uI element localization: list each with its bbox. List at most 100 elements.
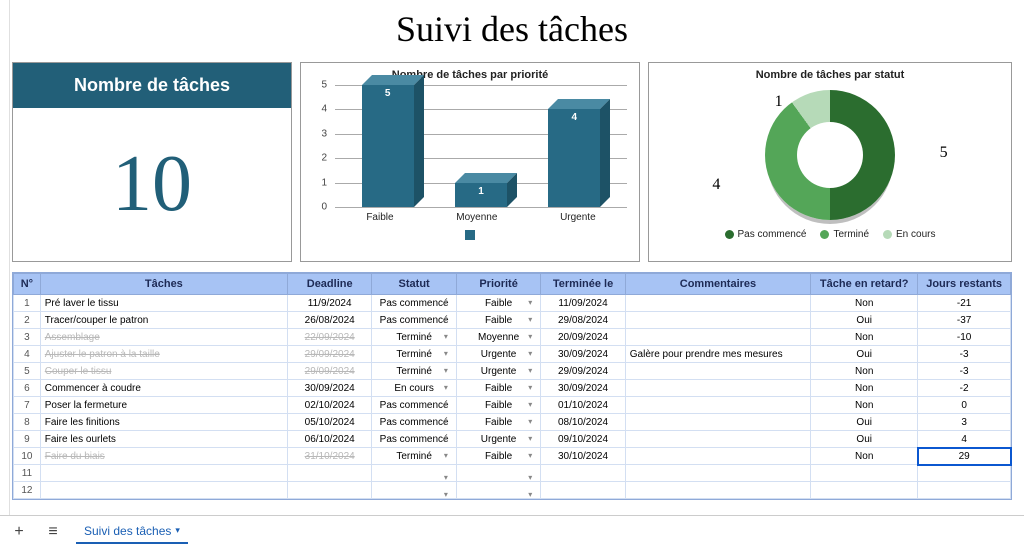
cell-priority[interactable]: Faible <box>456 312 540 329</box>
col-header-priority[interactable]: Priorité <box>456 274 540 295</box>
cell-comments[interactable] <box>625 295 810 312</box>
all-sheets-button[interactable]: ≡ <box>42 521 64 543</box>
cell-finished[interactable] <box>541 465 625 482</box>
cell-n[interactable]: 1 <box>14 295 41 312</box>
cell-comments[interactable] <box>625 363 810 380</box>
cell-status[interactable]: Terminé <box>372 329 456 346</box>
cell-late[interactable]: Oui <box>811 312 918 329</box>
cell-n[interactable]: 4 <box>14 346 41 363</box>
cell-priority[interactable] <box>456 482 540 499</box>
cell-priority[interactable] <box>456 465 540 482</box>
cell-late[interactable]: Oui <box>811 431 918 448</box>
table-row[interactable]: 12 <box>14 482 1011 499</box>
cell-status[interactable]: Terminé <box>372 448 456 465</box>
donut-chart-card[interactable]: Nombre de tâches par statut 5 4 1 Pas co… <box>648 62 1012 262</box>
cell-deadline[interactable] <box>287 482 371 499</box>
cell-task[interactable]: Faire les ourlets <box>40 431 287 448</box>
cell-task[interactable]: Tracer/couper le patron <box>40 312 287 329</box>
cell-finished[interactable]: 09/10/2024 <box>541 431 625 448</box>
cell-status[interactable]: Pas commencé <box>372 397 456 414</box>
cell-remaining[interactable]: -3 <box>918 346 1011 363</box>
cell-comments[interactable] <box>625 465 810 482</box>
cell-deadline[interactable]: 31/10/2024 <box>287 448 371 465</box>
cell-n[interactable]: 8 <box>14 414 41 431</box>
cell-task[interactable]: Pré laver le tissu <box>40 295 287 312</box>
cell-remaining[interactable]: -2 <box>918 380 1011 397</box>
cell-late[interactable]: Non <box>811 329 918 346</box>
cell-late[interactable] <box>811 465 918 482</box>
cell-deadline[interactable]: 05/10/2024 <box>287 414 371 431</box>
cell-task[interactable]: Commencer à coudre <box>40 380 287 397</box>
cell-finished[interactable]: 30/09/2024 <box>541 346 625 363</box>
cell-n[interactable]: 3 <box>14 329 41 346</box>
cell-finished[interactable]: 08/10/2024 <box>541 414 625 431</box>
cell-comments[interactable] <box>625 482 810 499</box>
task-table[interactable]: N° Tâches Deadline Statut Priorité Termi… <box>12 272 1012 500</box>
col-header-comments[interactable]: Commentaires <box>625 274 810 295</box>
cell-remaining[interactable]: -3 <box>918 363 1011 380</box>
cell-remaining[interactable] <box>918 482 1011 499</box>
cell-deadline[interactable] <box>287 465 371 482</box>
cell-finished[interactable]: 20/09/2024 <box>541 329 625 346</box>
cell-deadline[interactable]: 29/09/2024 <box>287 346 371 363</box>
cell-status[interactable]: Terminé <box>372 363 456 380</box>
cell-task[interactable]: Faire du biais <box>40 448 287 465</box>
sheet-tab[interactable]: Suivi des tâches <box>76 520 188 544</box>
cell-status[interactable]: Pas commencé <box>372 295 456 312</box>
cell-status[interactable] <box>372 482 456 499</box>
cell-late[interactable]: Non <box>811 380 918 397</box>
cell-deadline[interactable]: 11/9/2024 <box>287 295 371 312</box>
cell-finished[interactable]: 11/09/2024 <box>541 295 625 312</box>
cell-remaining[interactable]: 3 <box>918 414 1011 431</box>
cell-n[interactable]: 7 <box>14 397 41 414</box>
cell-deadline[interactable]: 22/09/2024 <box>287 329 371 346</box>
cell-remaining[interactable]: -21 <box>918 295 1011 312</box>
table-row[interactable]: 10Faire du biais31/10/2024TerminéFaible3… <box>14 448 1011 465</box>
table-row[interactable]: 9Faire les ourlets06/10/2024Pas commencé… <box>14 431 1011 448</box>
cell-deadline[interactable]: 02/10/2024 <box>287 397 371 414</box>
col-header-finished[interactable]: Terminée le <box>541 274 625 295</box>
table-row[interactable]: 5Couper le tissu 29/09/2024 TerminéUrgente… <box>14 363 1011 380</box>
cell-priority[interactable]: Faible <box>456 397 540 414</box>
table-row[interactable]: 8Faire les finitions05/10/2024Pas commen… <box>14 414 1011 431</box>
cell-task[interactable] <box>40 465 287 482</box>
cell-task[interactable]: Couper le tissu <box>40 363 287 380</box>
cell-n[interactable]: 10 <box>14 448 41 465</box>
cell-priority[interactable]: Faible <box>456 295 540 312</box>
cell-n[interactable]: 9 <box>14 431 41 448</box>
cell-n[interactable]: 5 <box>14 363 41 380</box>
cell-comments[interactable]: Galère pour prendre mes mesures <box>625 346 810 363</box>
cell-deadline[interactable]: 26/08/2024 <box>287 312 371 329</box>
col-header-n[interactable]: N° <box>14 274 41 295</box>
cell-late[interactable]: Non <box>811 363 918 380</box>
cell-remaining[interactable]: -37 <box>918 312 1011 329</box>
cell-n[interactable]: 11 <box>14 465 41 482</box>
cell-comments[interactable] <box>625 329 810 346</box>
cell-deadline[interactable]: 30/09/2024 <box>287 380 371 397</box>
table-row[interactable]: 6Commencer à coudre30/09/2024En coursFai… <box>14 380 1011 397</box>
cell-finished[interactable]: 29/09/2024 <box>541 363 625 380</box>
cell-finished[interactable]: 01/10/2024 <box>541 397 625 414</box>
cell-late[interactable]: Non <box>811 397 918 414</box>
cell-status[interactable]: Pas commencé <box>372 431 456 448</box>
cell-task[interactable] <box>40 482 287 499</box>
cell-finished[interactable] <box>541 482 625 499</box>
table-row[interactable]: 7Poser la fermeture02/10/2024Pas commenc… <box>14 397 1011 414</box>
cell-task[interactable]: Faire les finitions <box>40 414 287 431</box>
add-sheet-button[interactable]: + <box>8 521 30 543</box>
cell-finished[interactable]: 30/10/2024 <box>541 448 625 465</box>
col-header-deadline[interactable]: Deadline <box>287 274 371 295</box>
cell-comments[interactable] <box>625 448 810 465</box>
cell-priority[interactable]: Urgente <box>456 431 540 448</box>
cell-remaining[interactable] <box>918 465 1011 482</box>
cell-priority[interactable]: Urgente <box>456 363 540 380</box>
cell-priority[interactable]: Faible <box>456 380 540 397</box>
cell-late[interactable]: Non <box>811 448 918 465</box>
cell-comments[interactable] <box>625 431 810 448</box>
cell-task[interactable]: Ajuster le patron à la taille <box>40 346 287 363</box>
cell-finished[interactable]: 29/08/2024 <box>541 312 625 329</box>
cell-late[interactable]: Non <box>811 295 918 312</box>
cell-finished[interactable]: 30/09/2024 <box>541 380 625 397</box>
table-row[interactable]: 3Assemblage22/09/2024TerminéMoyenne20/09… <box>14 329 1011 346</box>
cell-comments[interactable] <box>625 380 810 397</box>
